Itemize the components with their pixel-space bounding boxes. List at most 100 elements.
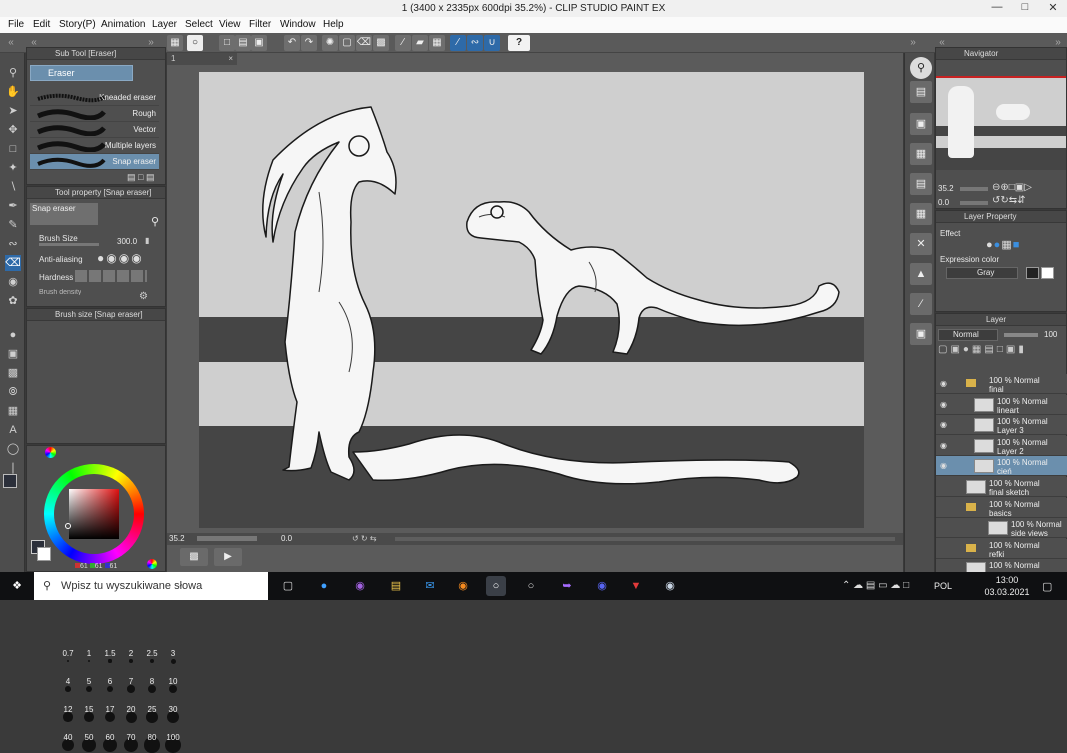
hardness-options[interactable] (75, 270, 147, 282)
figure-icon[interactable]: ⦾ (5, 384, 21, 400)
layer-visibility-eye-icon[interactable]: ◉ (940, 400, 947, 409)
material-icon[interactable]: ▤ (910, 81, 932, 103)
brush-size-slider-track[interactable] (39, 243, 99, 246)
taskbar-language[interactable]: POL (934, 581, 952, 591)
brush-size-dot[interactable] (129, 659, 133, 663)
layer-row[interactable]: ◉ 100 % Normal Layer 2 (936, 435, 1067, 456)
canvas-rotate-icons[interactable]: ↺ ↻ ⇆ (352, 533, 377, 545)
brush-size-dot[interactable] (149, 658, 155, 664)
subtool-rough[interactable]: Rough (30, 106, 159, 122)
subtool-group-tab[interactable]: Eraser (30, 65, 133, 81)
navigator-preview[interactable] (936, 78, 1066, 170)
navigator-angle-value[interactable]: 0.0 (938, 198, 949, 207)
open-file-icon[interactable]: ▤ (235, 35, 251, 51)
clip-studio-taskbar-icon[interactable]: ○ (486, 576, 506, 596)
help-icon[interactable]: ? (508, 35, 530, 51)
snap-to-special-ruler-icon[interactable]: ∾ (467, 35, 483, 51)
color-wheel-tab-icon[interactable] (45, 447, 56, 458)
layer-toolbar-icons[interactable]: ▢▣●▦▤□▣▮ (938, 344, 1027, 355)
vivaldi-icon[interactable]: ▼ (626, 576, 646, 596)
snap-to-grid-icon[interactable]: ∪ (484, 35, 500, 51)
file-explorer-icon[interactable]: ▤ (386, 576, 406, 596)
eyedropper-icon[interactable]: ∖ (5, 179, 21, 195)
expression-color-select[interactable]: Gray (946, 267, 1018, 279)
effect-icons[interactable]: ●●▦■ (986, 238, 1020, 251)
clip-studio-alt-icon[interactable]: ○ (521, 576, 541, 596)
loading-icon[interactable]: ✺ (322, 35, 338, 51)
blender-icon[interactable]: ◉ (453, 576, 473, 596)
undo-icon[interactable]: ↶ (284, 35, 300, 51)
canvas-document[interactable] (199, 72, 864, 528)
layer-opacity-value[interactable]: 100 (1044, 330, 1057, 339)
brush-size-dot[interactable] (148, 685, 156, 693)
gradient-icon[interactable]: ▩ (5, 365, 21, 381)
menu-view[interactable]: View (219, 19, 241, 30)
tool-search-icon[interactable]: ⚲ (151, 215, 159, 228)
auto-select-icon[interactable]: ✦ (5, 160, 21, 176)
menu-animation[interactable]: Animation (101, 19, 145, 30)
maximize-icon[interactable]: □ (1011, 1, 1039, 13)
document-tab[interactable]: 1 × (167, 53, 237, 65)
snap-special-icon[interactable]: ▰ (412, 35, 428, 51)
menu-filter[interactable]: Filter (249, 19, 271, 30)
system-tray-icons[interactable]: ⌃ ☁ ▤ ▭ ☁ □ (842, 580, 909, 591)
frame-icon[interactable]: ▦ (5, 403, 21, 419)
canvas-horizontal-scrollbar[interactable] (395, 537, 895, 541)
pressure-icon[interactable]: ▮ (145, 236, 149, 245)
menu-edit[interactable]: Edit (33, 19, 50, 30)
fill-tool-icon[interactable]: ▣ (5, 346, 21, 362)
search-icon[interactable]: ⚲ (910, 57, 932, 79)
brush-size-dot[interactable] (67, 660, 69, 662)
checker-icon[interactable]: ▦ (910, 143, 932, 165)
close-icon[interactable]: ✕ (1039, 1, 1067, 14)
layer-row[interactable]: 100 % Normal basics (936, 497, 1067, 518)
move-layer-icon[interactable]: ✥ (5, 122, 21, 138)
blend-mode-select[interactable]: Normal (938, 329, 998, 341)
navigator-rotate-buttons[interactable]: ↺↻⇆⇵ (992, 195, 1026, 206)
messenger-icon[interactable]: ➥ (557, 576, 577, 596)
ruler-icon[interactable]: ✕ (910, 233, 932, 255)
collapse-right-2-icon[interactable]: » (905, 35, 921, 51)
balloon-icon[interactable]: ◯ (5, 441, 21, 457)
layer-row[interactable]: ◉ 100 % Normal Layer 3 (936, 415, 1067, 436)
blend-icon[interactable]: ● (5, 327, 21, 343)
fill-icon[interactable]: ▩ (373, 35, 389, 51)
brush-size-value[interactable]: 300.0 (117, 237, 137, 246)
layer-visibility-eye-icon[interactable]: ◉ (940, 379, 947, 388)
canvas-zoom-value[interactable]: 35.2 (169, 533, 185, 545)
layer-row[interactable]: 100 % Normal side views (936, 518, 1067, 539)
layer-material-icon[interactable]: ▣ (910, 323, 932, 345)
mail-icon[interactable]: ✉ (420, 576, 440, 596)
brush-size-dot[interactable] (170, 658, 176, 664)
navigator-zoom-value[interactable]: 35.2 (938, 184, 954, 193)
material-grid-icon[interactable]: ▦ (910, 203, 932, 225)
subtool-menu-icons[interactable]: ▤ □ ▤ (127, 172, 154, 183)
pencil-icon[interactable]: ✎ (5, 217, 21, 233)
eraser-tool-icon[interactable]: ⌫ (5, 255, 21, 271)
expression-black-swatch[interactable] (1026, 267, 1039, 279)
layer-row[interactable]: 100 % Normal final sketch (936, 477, 1067, 497)
layer-row[interactable]: ◉ 100 % Normal lineart (936, 394, 1067, 415)
collapse-left-icon[interactable]: « (3, 35, 19, 51)
layer-folder-icon[interactable] (966, 502, 976, 511)
color-mode-icon[interactable] (147, 559, 157, 569)
clip-studio-icon[interactable]: ○ (187, 35, 203, 51)
layer-row[interactable]: 100 % Normal refki (936, 538, 1067, 559)
layer-row[interactable]: ◉ 100 % Normal final (936, 374, 1067, 394)
navigator-zoom-slider[interactable] (960, 187, 988, 191)
taskbar-search-box[interactable]: ⚲ Wpisz tu wyszukiwane słowa (34, 572, 268, 600)
steam-icon[interactable]: ◉ (660, 576, 680, 596)
layer-folder-icon[interactable] (966, 543, 976, 552)
new-file-icon[interactable]: □ (219, 35, 235, 51)
document-tab-close-icon[interactable]: × (228, 53, 233, 65)
airbrush-icon[interactable]: ◉ (5, 274, 21, 290)
tool-settings-icon[interactable]: ⚙ (139, 291, 148, 302)
timeline-icon[interactable]: ▩ (180, 548, 208, 566)
camera-icon[interactable]: ▶ (214, 548, 242, 566)
taskbar-time[interactable]: 13:00 (989, 575, 1025, 585)
canvas-angle-value[interactable]: 0.0 (281, 533, 292, 545)
save-icon[interactable]: ▣ (251, 35, 267, 51)
windows-start-icon[interactable]: ❖ (7, 576, 27, 596)
snap-ruler-icon[interactable]: ∕ (395, 35, 411, 51)
snap-grid-icon[interactable]: ▦ (429, 35, 445, 51)
